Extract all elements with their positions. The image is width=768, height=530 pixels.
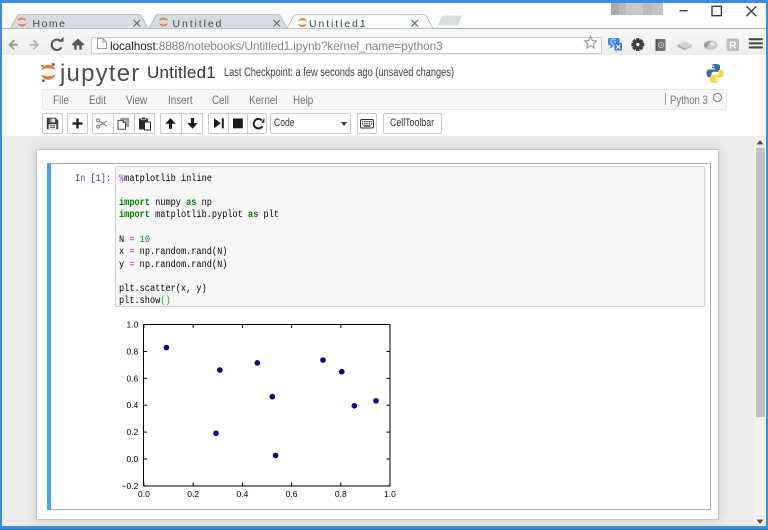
- svg-text:0.2: 0.2: [187, 489, 199, 499]
- svg-text:1.0: 1.0: [126, 320, 138, 330]
- svg-text:0.6: 0.6: [126, 373, 138, 383]
- svg-text:1.0: 1.0: [384, 489, 396, 499]
- svg-text:0.0: 0.0: [138, 489, 150, 499]
- svg-text:0.8: 0.8: [126, 346, 138, 356]
- svg-text:0.4: 0.4: [126, 400, 138, 410]
- svg-text:0.2: 0.2: [126, 427, 138, 437]
- svg-text:0.4: 0.4: [236, 489, 248, 499]
- svg-text:0.6: 0.6: [286, 489, 298, 499]
- svg-text:R: R: [729, 40, 737, 52]
- svg-text:−0.2: −0.2: [122, 481, 139, 491]
- svg-text:0.0: 0.0: [126, 454, 138, 464]
- svg-text:0.8: 0.8: [335, 489, 347, 499]
